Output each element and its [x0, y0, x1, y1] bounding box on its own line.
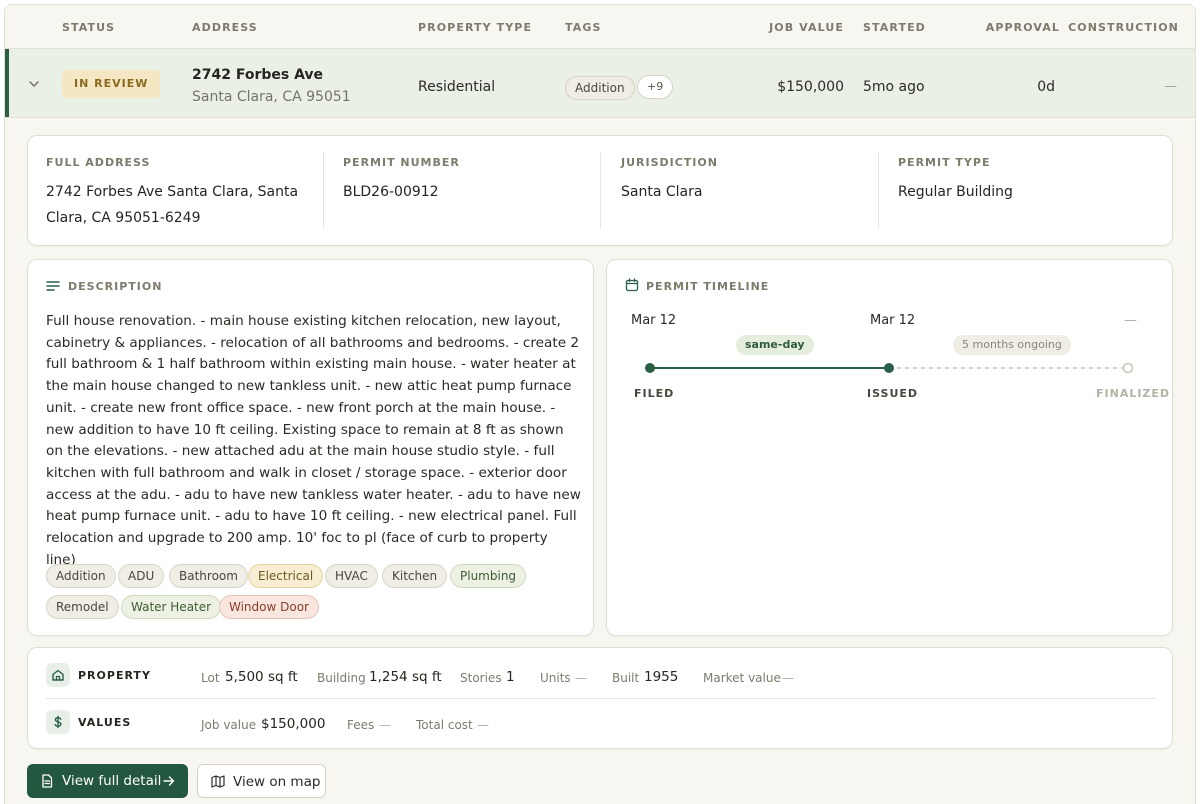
total-cost-key: Total cost: [416, 718, 473, 732]
header-construction[interactable]: CONSTRUCTION: [1068, 21, 1179, 34]
map-icon: [211, 775, 225, 788]
units-key: Units: [540, 671, 571, 685]
stage-finalized: FINALIZED: [1096, 387, 1171, 400]
built-key: Built: [612, 671, 640, 685]
building-key: Building: [317, 671, 366, 685]
permit-panel: STATUS ADDRESS PROPERTY TYPE TAGS JOB VA…: [4, 4, 1196, 804]
status-badge: IN REVIEW: [62, 70, 161, 98]
chip-remodel: Remodel: [46, 595, 119, 619]
jurisdiction: Santa Clara: [621, 184, 703, 200]
table-header: STATUS ADDRESS PROPERTY TYPE TAGS JOB VA…: [5, 5, 1195, 49]
built-value: 1955: [644, 669, 679, 685]
description-label: DESCRIPTION: [68, 280, 163, 293]
approval-days: 0d: [1037, 79, 1055, 95]
permit-details-card: FULL ADDRESS 2742 Forbes Ave Santa Clara…: [27, 135, 1173, 246]
full-address-line2: Clara, CA 95051-6249: [46, 210, 201, 226]
permit-number-label: PERMIT NUMBER: [343, 156, 460, 169]
filed-date: Mar 12: [631, 313, 677, 328]
description-card: DESCRIPTION Full house renovation. - mai…: [27, 259, 594, 636]
issued-date: Mar 12: [870, 313, 916, 328]
chip-kitchen: Kitchen: [382, 564, 448, 588]
address-line2: Santa Clara, CA 95051: [192, 89, 351, 105]
chip-addition: Addition: [46, 564, 116, 588]
permit-type-label: PERMIT TYPE: [898, 156, 991, 169]
permit-number: BLD26-00912: [343, 184, 439, 200]
total-cost-value: —: [477, 718, 489, 732]
permit-type: Regular Building: [898, 184, 1013, 200]
units-value: —: [575, 671, 587, 685]
more-tags-button[interactable]: +9: [637, 75, 674, 99]
dollar-icon-box: [46, 710, 70, 734]
header-job-value[interactable]: JOB VALUE: [769, 21, 844, 34]
chip-bathroom: Bathroom: [169, 564, 248, 588]
view-full-detail-label: View full detail: [62, 773, 162, 789]
header-started[interactable]: STARTED: [863, 21, 926, 34]
job-value-key: Job value: [201, 718, 257, 732]
arrow-right-icon: [163, 776, 175, 786]
description-text: Full house renovation. - main house exis…: [46, 313, 581, 568]
view-full-detail-button[interactable]: View full detail: [27, 764, 188, 798]
jurisdiction-label: JURISDICTION: [621, 156, 718, 169]
stage-filed: FILED: [634, 387, 675, 400]
values-label: VALUES: [78, 716, 132, 729]
chip-window-door: Window Door: [219, 595, 319, 619]
header-property-type[interactable]: PROPERTY TYPE: [418, 21, 532, 34]
text-lines-icon: [46, 281, 60, 291]
lot-value: 5,500 sq ft: [225, 669, 298, 685]
full-address-label: FULL ADDRESS: [46, 156, 151, 169]
job-value: $150,000: [777, 79, 844, 95]
finalized-date: —: [1124, 313, 1137, 328]
property-type: Residential: [418, 79, 496, 95]
header-approval[interactable]: APPROVAL: [986, 21, 1060, 34]
chevron-down-icon[interactable]: [27, 77, 41, 91]
row-selected-indicator: [5, 49, 9, 117]
permit-timeline-card: PERMIT TIMELINE Mar 12 Mar 12 — same-day…: [606, 259, 1173, 636]
chip-electrical: Electrical: [248, 564, 324, 588]
interval-badge: same-day: [736, 335, 814, 355]
calendar-icon: [625, 278, 639, 292]
home-icon-box: [46, 663, 70, 687]
timeline-label: PERMIT TIMELINE: [646, 280, 770, 293]
divider: [46, 698, 1156, 699]
header-address[interactable]: ADDRESS: [192, 21, 258, 34]
chip-hvac: HVAC: [325, 564, 378, 588]
header-tags[interactable]: TAGS: [565, 21, 602, 34]
chip-water-heater: Water Heater: [121, 595, 222, 619]
tag-chip: Addition: [565, 76, 635, 100]
timeline-track: [645, 362, 1134, 374]
dollar-icon: [54, 715, 62, 729]
divider: [600, 152, 601, 228]
divider: [878, 152, 879, 228]
stories-value: 1: [506, 669, 515, 685]
table-row[interactable]: IN REVIEW 2742 Forbes Ave Santa Clara, C…: [5, 49, 1195, 118]
stage-issued: ISSUED: [867, 387, 919, 400]
started: 5mo ago: [863, 79, 925, 95]
job-value-amount: $150,000: [261, 716, 326, 732]
address-line1: 2742 Forbes Ave: [192, 67, 324, 83]
interval-badge: 5 months ongoing: [953, 335, 1071, 355]
chip-plumbing: Plumbing: [450, 564, 527, 588]
fees-value: —: [379, 718, 391, 732]
view-on-map-label: View on map: [233, 774, 321, 790]
view-on-map-button[interactable]: View on map: [197, 764, 326, 798]
market-key: Market value: [703, 671, 781, 685]
construction: —: [1164, 79, 1177, 94]
lot-key: Lot: [201, 671, 220, 685]
market-value: —: [782, 671, 794, 685]
property-label: PROPERTY: [78, 669, 151, 682]
home-icon: [52, 669, 64, 681]
document-icon: [42, 774, 53, 788]
chip-adu: ADU: [118, 564, 165, 588]
stories-key: Stories: [460, 671, 502, 685]
header-status[interactable]: STATUS: [62, 21, 115, 34]
property-values-card: PROPERTY Lot 5,500 sq ft Building 1,254 …: [27, 647, 1173, 749]
divider: [323, 152, 324, 228]
full-address-line1: 2742 Forbes Ave Santa Clara, Santa: [46, 184, 299, 200]
building-value: 1,254 sq ft: [369, 669, 442, 685]
fees-key: Fees: [347, 718, 375, 732]
